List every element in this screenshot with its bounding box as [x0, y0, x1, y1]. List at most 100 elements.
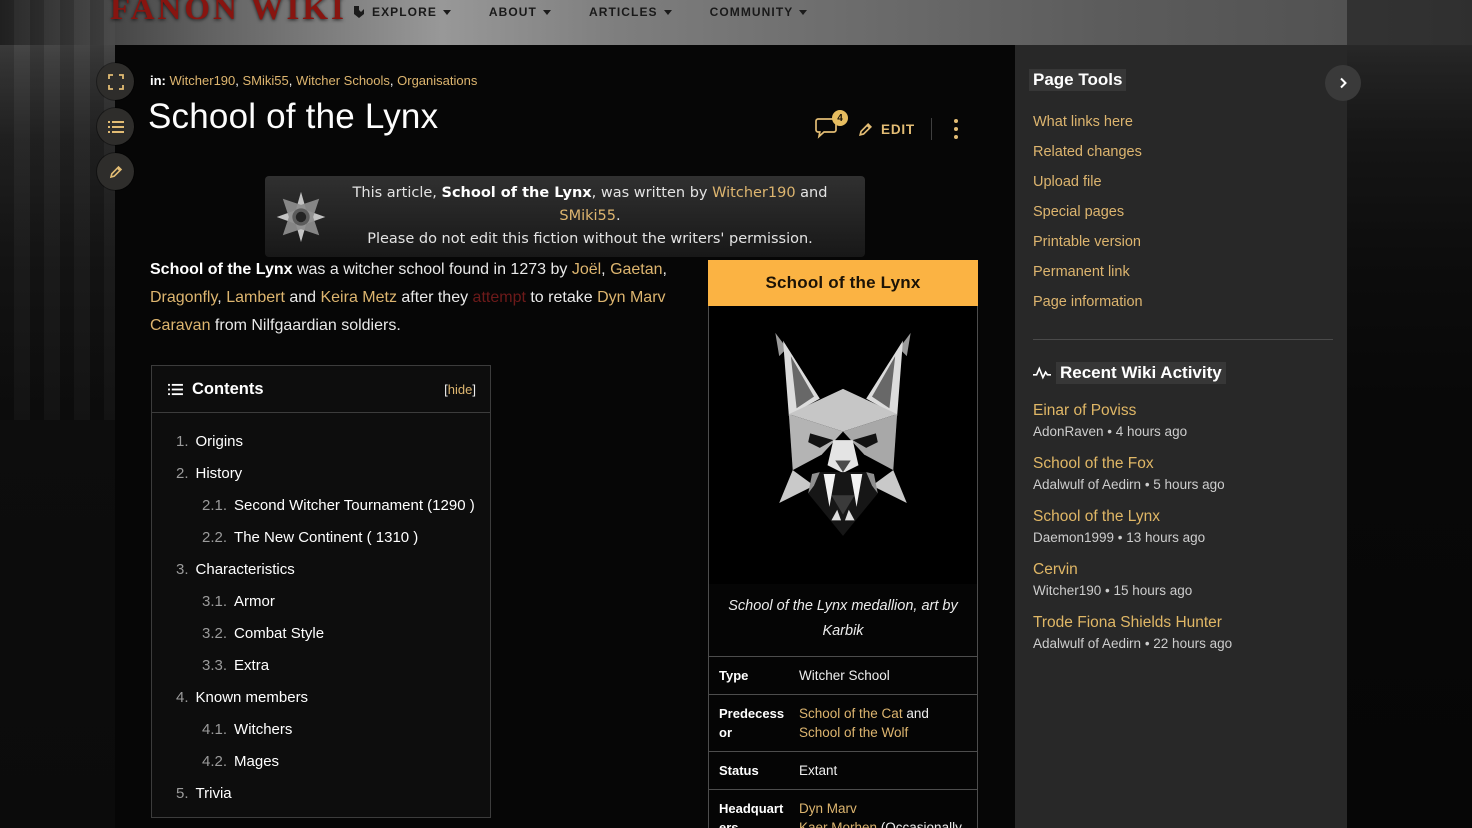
activity-link[interactable]: School of the Fox	[1033, 454, 1327, 474]
divider	[931, 118, 932, 140]
collapse-rail-button[interactable]	[1325, 65, 1361, 101]
activity-meta: Daemon1999 • 13 hours ago	[1033, 529, 1327, 547]
activity-entry: Einar of Poviss AdonRaven • 4 hours ago	[1033, 401, 1327, 441]
tool-upload-file[interactable]: Upload file	[1033, 167, 1327, 197]
chevron-down-icon	[543, 10, 551, 15]
infobox-row-value: School of the Cat and School of the Wolf	[797, 704, 977, 742]
infobox-row-label: Type	[709, 666, 797, 685]
divider	[1033, 339, 1333, 340]
more-options-button[interactable]	[948, 115, 964, 143]
toc-item[interactable]: 4.2.Mages	[202, 746, 476, 778]
expand-icon	[108, 74, 124, 90]
infobox-row: Status Extant	[709, 751, 977, 789]
notice-line-2: Please do not edit this fiction without …	[329, 228, 851, 251]
activity-title: Recent Wiki Activity	[1056, 362, 1226, 384]
activity-link[interactable]: Cervin	[1033, 560, 1327, 580]
notice-line-1: This article, School of the Lynx, was wr…	[329, 182, 851, 228]
tool-special-pages[interactable]: Special pages	[1033, 197, 1327, 227]
breadcrumb-separator: ,	[289, 73, 296, 88]
page-tools-title: Page Tools	[1029, 69, 1126, 91]
breadcrumb-link[interactable]: Witcher190	[170, 73, 236, 88]
breadcrumb: in: Witcher190, SMiki55, Witcher Schools…	[150, 73, 477, 88]
activity-link[interactable]: Einar of Poviss	[1033, 401, 1327, 421]
infobox-row-label: Headquarters	[709, 799, 797, 828]
tool-page-information[interactable]: Page information	[1033, 287, 1327, 317]
page-title: School of the Lynx	[148, 97, 438, 137]
tool-printable-version[interactable]: Printable version	[1033, 227, 1327, 257]
article-link[interactable]: Lambert	[226, 289, 285, 306]
article-link[interactable]: School of the Cat	[799, 706, 903, 721]
right-background	[1347, 0, 1472, 828]
activity-meta: Adalwulf of Aedirn • 22 hours ago	[1033, 635, 1327, 653]
nav-item-label: ARTICLES	[589, 5, 658, 19]
article-link[interactable]: Joël	[572, 261, 601, 278]
table-of-contents: Contents [hide] 1.Origins 2.History 2.1.…	[151, 365, 491, 818]
pencil-icon	[857, 121, 874, 138]
toc-item[interactable]: 1.Origins	[176, 426, 476, 458]
article-link[interactable]: School of the Wolf	[799, 725, 908, 740]
right-rail: Page Tools What links here Related chang…	[1015, 45, 1347, 828]
infobox-row: Predecessor School of the Cat and School…	[709, 694, 977, 751]
article-container: in: Witcher190, SMiki55, Witcher Schools…	[115, 45, 1015, 828]
toc-item[interactable]: 3.Characteristics	[176, 554, 476, 586]
infobox-image[interactable]	[709, 306, 977, 584]
toc-item[interactable]: 3.3.Extra	[202, 650, 476, 682]
fullscreen-button[interactable]	[97, 63, 134, 100]
article-link[interactable]: Keira Metz	[320, 289, 396, 306]
comments-button[interactable]: 4	[815, 117, 841, 141]
nav-explore[interactable]: EXPLORE	[352, 5, 451, 19]
wiki-logo[interactable]: FANON WIKI	[110, 0, 347, 28]
edit-button[interactable]: EDIT	[857, 121, 915, 138]
activity-entry: Trode Fiona Shields Hunter Adalwulf of A…	[1033, 613, 1327, 653]
toc-list: 1.Origins 2.History 2.1.Second Witcher T…	[152, 413, 490, 810]
quick-edit-button[interactable]	[97, 153, 134, 190]
author-link[interactable]: SMiki55	[559, 208, 616, 224]
article-link[interactable]: Dragonfly	[150, 289, 217, 306]
breadcrumb-link[interactable]: Organisations	[397, 73, 477, 88]
nav-community[interactable]: COMMUNITY	[710, 5, 808, 19]
toc-item[interactable]: 4.Known members	[176, 682, 476, 714]
pencil-icon	[108, 164, 124, 180]
article-link[interactable]: Dyn Marv	[799, 801, 857, 816]
nav-item-label: ABOUT	[489, 5, 537, 19]
broken-link[interactable]: attempt	[473, 289, 526, 306]
infobox-row-label: Predecessor	[709, 704, 797, 742]
toc-item[interactable]: 5.Trivia	[176, 778, 476, 810]
toc-item[interactable]: 4.1.Witchers	[202, 714, 476, 746]
nav-articles[interactable]: ARTICLES	[589, 5, 672, 19]
toc-item[interactable]: 3.2.Combat Style	[202, 618, 476, 650]
wolf-medallion-icon	[273, 191, 329, 243]
activity-meta: Witcher190 • 15 hours ago	[1033, 582, 1327, 600]
activity-link[interactable]: Trode Fiona Shields Hunter	[1033, 613, 1327, 633]
breadcrumb-prefix: in:	[150, 73, 166, 88]
infobox-row-value: Witcher School	[797, 666, 977, 685]
tool-what-links-here[interactable]: What links here	[1033, 107, 1327, 137]
contents-rail-button[interactable]	[97, 108, 134, 145]
toc-item[interactable]: 2.2.The New Continent ( 1310 )	[202, 522, 476, 554]
intro-paragraph: School of the Lynx was a witcher school …	[150, 256, 702, 340]
activity-link[interactable]: School of the Lynx	[1033, 507, 1327, 527]
page-tools-list: What links here Related changes Upload f…	[1033, 107, 1327, 317]
list-icon	[108, 120, 124, 134]
author-link[interactable]: Witcher190	[712, 185, 795, 201]
breadcrumb-link[interactable]: Witcher Schools	[296, 73, 390, 88]
nav-about[interactable]: ABOUT	[489, 5, 551, 19]
author-notice: This article, School of the Lynx, was wr…	[265, 176, 865, 257]
article-link[interactable]: Kaer Morhen	[799, 820, 877, 828]
tool-permanent-link[interactable]: Permanent link	[1033, 257, 1327, 287]
toc-hide-button[interactable]: [hide]	[444, 382, 476, 397]
breadcrumb-separator: ,	[235, 73, 242, 88]
infobox-caption: School of the Lynx medallion, art by Kar…	[709, 584, 977, 656]
tool-related-changes[interactable]: Related changes	[1033, 137, 1327, 167]
activity-meta: Adalwulf of Aedirn • 5 hours ago	[1033, 476, 1327, 494]
activity-entry: School of the Lynx Daemon1999 • 13 hours…	[1033, 507, 1327, 547]
list-icon	[168, 383, 183, 396]
activity-meta: AdonRaven • 4 hours ago	[1033, 423, 1327, 441]
breadcrumb-link[interactable]: SMiki55	[243, 73, 289, 88]
toc-item[interactable]: 2.1.Second Witcher Tournament (1290 )	[202, 490, 476, 522]
toc-header: Contents [hide]	[152, 366, 490, 412]
toc-item[interactable]: 2.History	[176, 458, 476, 490]
edit-label: EDIT	[881, 122, 915, 137]
article-link[interactable]: Gaetan	[610, 261, 662, 278]
toc-item[interactable]: 3.1.Armor	[202, 586, 476, 618]
